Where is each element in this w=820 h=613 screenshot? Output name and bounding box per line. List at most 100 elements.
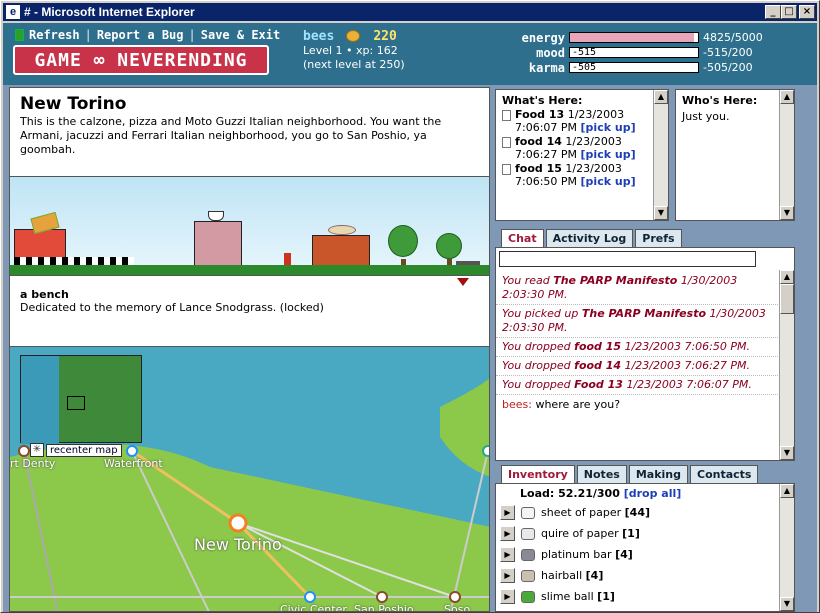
scroll-up-icon[interactable]: ▲ xyxy=(654,90,668,104)
bakery-building[interactable] xyxy=(312,235,370,267)
expand-icon[interactable]: ▶ xyxy=(500,505,515,520)
chat-message: You dropped food 15 1/23/2003 7:06:50 PM… xyxy=(496,338,780,357)
node-san-poshio xyxy=(376,591,388,603)
inventory-panel: Load: 52.21/300 [drop all] ▶ sheet of pa… xyxy=(495,483,795,612)
tab-notes[interactable]: Notes xyxy=(576,465,627,483)
report-bug-link[interactable]: Report a Bug xyxy=(97,28,184,42)
inventory-item[interactable]: ▶ platinum bar [4] xyxy=(496,544,794,565)
item-name[interactable]: food 14 xyxy=(515,135,562,148)
separator: | xyxy=(84,28,92,42)
stat-label: karma xyxy=(528,60,565,75)
expand-icon[interactable]: ▶ xyxy=(500,589,515,604)
item-count: [4] xyxy=(615,548,633,561)
map-label-san-poshio[interactable]: San Poshio xyxy=(354,603,414,611)
title-bar: e # - Microsoft Internet Explorer _ □ × xyxy=(3,3,817,21)
tab-activity-log[interactable]: Activity Log xyxy=(545,229,634,247)
stat-value: 4825/5000 xyxy=(703,31,763,44)
expand-icon[interactable]: ▶ xyxy=(500,547,515,562)
karma-bar: -505 xyxy=(569,62,699,73)
recenter-map-control[interactable]: ✳ recenter map xyxy=(30,443,122,457)
message-object[interactable]: The PARP Manifesto xyxy=(582,307,706,320)
tab-chat[interactable]: Chat xyxy=(501,229,544,247)
message-object[interactable]: food 15 xyxy=(574,340,621,353)
street-scene xyxy=(10,176,489,276)
coffee-shop-building[interactable] xyxy=(194,221,242,267)
inventory-scrollbar[interactable]: ▲ ▼ xyxy=(779,484,794,611)
map-label-port-denty[interactable]: rt Denty xyxy=(10,457,55,470)
message-object[interactable]: food 14 xyxy=(574,359,621,372)
item-name[interactable]: Food 13 xyxy=(515,108,564,121)
drop-all-link[interactable]: [drop all] xyxy=(624,487,682,500)
message-object[interactable]: Food 13 xyxy=(574,378,623,391)
item-name[interactable]: food 15 xyxy=(515,162,562,175)
tab-making[interactable]: Making xyxy=(628,465,688,483)
chat-input[interactable] xyxy=(499,251,756,267)
scroll-up-icon[interactable]: ▲ xyxy=(780,270,794,284)
node-port-denty xyxy=(18,445,30,457)
selected-item-title: a bench xyxy=(20,288,69,301)
tree-icon xyxy=(436,233,462,259)
compass-icon[interactable]: ✳ xyxy=(30,443,44,457)
page-content: Refresh | Report a Bug | Save & Exit GAM… xyxy=(3,23,817,612)
stat-value: -515/200 xyxy=(703,46,753,59)
message-object[interactable]: The PARP Manifesto xyxy=(553,274,677,287)
minimap[interactable] xyxy=(20,355,142,444)
minimap-viewport[interactable] xyxy=(67,396,85,410)
scroll-down-icon[interactable]: ▼ xyxy=(654,206,668,220)
location-panel: New Torino This is the calzone, pizza an… xyxy=(9,87,490,612)
expand-icon[interactable]: ▶ xyxy=(500,568,515,583)
down-arrow-icon[interactable] xyxy=(457,278,469,286)
chat-scrollbar[interactable]: ▲ ▼ xyxy=(779,270,794,460)
save-exit-link[interactable]: Save & Exit xyxy=(201,28,280,42)
message-text: where are you? xyxy=(531,398,621,411)
chat-tabs: Chat Activity Log Prefs xyxy=(501,229,682,247)
coin-icon xyxy=(345,30,360,42)
inventory-item[interactable]: ▶ quire of paper [1] xyxy=(496,523,794,544)
map-label-civic-center[interactable]: Civic Center xyxy=(280,603,347,611)
scroll-up-icon[interactable]: ▲ xyxy=(780,484,794,498)
inventory-item[interactable]: ▶ slime ball [1] xyxy=(496,586,794,607)
tree-icon xyxy=(388,225,418,257)
city-map[interactable]: ✳ recenter map rt Denty Waterfront New T… xyxy=(10,346,489,611)
selected-item-description: Dedicated to the memory of Lance Snodgra… xyxy=(20,301,324,314)
scroll-up-icon[interactable]: ▲ xyxy=(780,90,794,104)
bar-icon xyxy=(521,548,535,561)
scroll-down-icon[interactable]: ▼ xyxy=(780,446,794,460)
whats-here-scrollbar[interactable]: ▲ ▼ xyxy=(653,90,668,220)
recenter-map-button[interactable]: recenter map xyxy=(46,443,122,457)
speaker-name[interactable]: bees: xyxy=(502,398,532,411)
energy-fill xyxy=(570,33,694,42)
close-button[interactable]: × xyxy=(799,5,815,19)
whos-here-scrollbar[interactable]: ▲ ▼ xyxy=(779,90,794,220)
pick-up-link[interactable]: [pick up] xyxy=(581,175,636,188)
pick-up-link[interactable]: [pick up] xyxy=(581,121,636,134)
map-label-waterfront[interactable]: Waterfront xyxy=(104,457,163,470)
item-time: 7:06:27 PM xyxy=(515,148,578,161)
maximize-button[interactable]: □ xyxy=(781,5,797,19)
next-level: (next level at 250) xyxy=(303,58,405,71)
whos-here-text: Just you. xyxy=(682,110,730,123)
tab-prefs[interactable]: Prefs xyxy=(635,229,682,247)
map-label-soso[interactable]: Soso xyxy=(444,603,470,611)
map-label-new-torino[interactable]: New Torino xyxy=(194,535,282,554)
stat-mood: mood -515 -515/200 xyxy=(503,45,803,60)
node-civic-center xyxy=(304,591,316,603)
inventory-tabs: Inventory Notes Making Contacts xyxy=(501,465,759,483)
document-icon xyxy=(502,164,511,175)
tab-contacts[interactable]: Contacts xyxy=(690,465,759,483)
scroll-down-icon[interactable]: ▼ xyxy=(780,206,794,220)
tab-inventory[interactable]: Inventory xyxy=(501,465,575,483)
pick-up-link[interactable]: [pick up] xyxy=(581,148,636,161)
stat-karma: karma -505 -505/200 xyxy=(503,60,803,75)
scroll-down-icon[interactable]: ▼ xyxy=(780,597,794,611)
item-name: platinum bar xyxy=(541,548,612,561)
inventory-item[interactable]: ▶ hairball [4] xyxy=(496,565,794,586)
expand-icon[interactable]: ▶ xyxy=(500,526,515,541)
player-name[interactable]: bees xyxy=(303,29,334,44)
node-soso xyxy=(449,591,461,603)
refresh-link[interactable]: Refresh xyxy=(29,28,80,42)
scroll-thumb[interactable] xyxy=(780,284,794,314)
paper-icon xyxy=(521,506,535,519)
minimize-button[interactable]: _ xyxy=(765,5,781,19)
inventory-item[interactable]: ▶ sheet of paper [44] xyxy=(496,502,794,523)
